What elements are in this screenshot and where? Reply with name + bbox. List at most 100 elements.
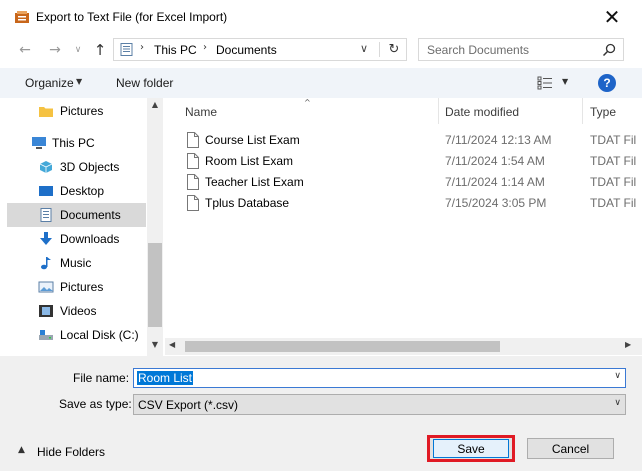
new-folder-button[interactable]: New folder: [116, 76, 173, 90]
save-as-type-select[interactable]: CSV Export (*.csv) ∨: [133, 394, 626, 415]
app-icon: [15, 11, 29, 23]
file-date: 7/15/2024 3:05 PM: [445, 196, 547, 210]
chevron-down-icon[interactable]: ∨: [614, 398, 621, 408]
breadcrumb-separator-icon[interactable]: ›: [203, 42, 207, 53]
column-header-date[interactable]: Date modified: [445, 105, 519, 119]
sidebar-item-label: Documents: [60, 208, 121, 222]
file-name-value[interactable]: Room List: [137, 371, 194, 385]
file-type: TDAT Fil: [590, 154, 637, 168]
up-arrow-icon[interactable]: ↑: [90, 40, 110, 60]
file-name-field[interactable]: Room List ∨: [133, 368, 626, 388]
sidebar-item-documents[interactable]: Documents: [7, 203, 146, 227]
file-date: 7/11/2024 1:14 AM: [445, 175, 545, 189]
scroll-left-icon[interactable]: ◀: [169, 340, 175, 349]
sidebar-item-label: Desktop: [60, 184, 105, 198]
address-bar[interactable]: › This PC › Documents ∨ ↻: [113, 38, 407, 61]
sidebar-item-label: Music: [60, 256, 92, 270]
file-type: TDAT Fil: [590, 133, 637, 147]
sidebar-item-downloads[interactable]: Downloads: [7, 227, 146, 251]
navigation-pane: Pictures This PC 3D Objects Desktop Docu…: [0, 98, 164, 356]
forward-arrow-icon[interactable]: →: [44, 40, 66, 60]
scroll-down-icon[interactable]: ▼: [147, 340, 163, 354]
search-input[interactable]: [427, 42, 597, 57]
toolbar: Organize ▼ New folder ▼ ?: [0, 68, 642, 98]
scroll-up-icon[interactable]: ▲: [147, 100, 163, 114]
sidebar-item-desktop[interactable]: Desktop: [7, 179, 146, 203]
folder-icon: [39, 107, 53, 117]
sidebar-item-3d-objects[interactable]: 3D Objects: [7, 155, 146, 179]
file-list: ^ Name Date modified Type Course List Ex…: [165, 98, 642, 356]
documents-icon: [40, 208, 52, 222]
file-row[interactable]: Course List Exam 7/11/2024 12:13 AM TDAT…: [165, 130, 642, 151]
save-button-label[interactable]: Save: [433, 439, 509, 458]
chevron-down-icon[interactable]: ∨: [614, 371, 621, 381]
pictures-icon: [38, 281, 54, 293]
sidebar-item-local-disk[interactable]: Local Disk (C:): [7, 323, 146, 347]
disk-icon: [39, 330, 53, 340]
address-dropdown-icon[interactable]: ∨: [360, 42, 368, 55]
scroll-right-icon[interactable]: ▶: [625, 340, 631, 349]
file-icon: [187, 153, 199, 169]
column-divider[interactable]: [438, 98, 439, 124]
desktop-icon: [39, 186, 53, 196]
sidebar-item-label: Pictures: [60, 104, 104, 118]
help-icon[interactable]: ?: [598, 74, 616, 92]
file-icon: [187, 174, 199, 190]
sidebar-item-label: Videos: [60, 304, 97, 318]
cancel-button[interactable]: Cancel: [527, 438, 614, 459]
breadcrumb-separator-icon[interactable]: ›: [140, 42, 144, 53]
file-name: Room List Exam: [205, 154, 294, 168]
file-type: TDAT Fil: [590, 175, 637, 189]
sidebar-item-label: Pictures: [60, 280, 104, 294]
sidebar-item-pictures[interactable]: Pictures: [7, 275, 146, 299]
view-options-icon[interactable]: [537, 76, 553, 90]
file-row[interactable]: Teacher List Exam 7/11/2024 1:14 AM TDAT…: [165, 172, 642, 193]
sidebar-item-label: Local Disk (C:): [60, 328, 139, 342]
hide-folders-label[interactable]: Hide Folders: [37, 445, 105, 459]
caret-down-icon[interactable]: ▼: [76, 77, 82, 86]
organize-menu[interactable]: Organize: [25, 76, 74, 90]
window-title: Export to Text File (for Excel Import): [36, 10, 228, 24]
file-date: 7/11/2024 12:13 AM: [445, 133, 552, 147]
sidebar-item-label: Downloads: [60, 232, 120, 246]
file-name: Course List Exam: [205, 133, 300, 147]
file-row[interactable]: Tplus Database 7/15/2024 3:05 PM TDAT Fi…: [165, 193, 642, 214]
scroll-thumb[interactable]: [185, 341, 500, 352]
file-type: TDAT Fil: [590, 196, 637, 210]
column-divider[interactable]: [582, 98, 583, 124]
file-date: 7/11/2024 1:54 AM: [445, 154, 545, 168]
search-box[interactable]: [418, 38, 624, 61]
column-header-name[interactable]: Name: [185, 105, 217, 119]
save-options-panel: File name: Room List ∨ Save as type: CSV…: [0, 356, 642, 471]
file-name: Tplus Database: [205, 196, 290, 210]
refresh-icon[interactable]: ↻: [384, 40, 404, 59]
recent-locations-chevron-icon[interactable]: ∨: [71, 40, 85, 60]
close-icon[interactable]: ✕: [598, 4, 626, 30]
horizontal-scrollbar[interactable]: ◀ ▶: [165, 338, 642, 355]
sidebar-item-this-pc[interactable]: This PC: [0, 131, 146, 155]
sidebar-item-pictures-quick[interactable]: Pictures: [7, 99, 146, 123]
sidebar-item-music[interactable]: Music: [7, 251, 146, 275]
breadcrumb-this-pc[interactable]: This PC: [154, 43, 197, 57]
save-button[interactable]: Save: [427, 435, 515, 462]
title-bar: Export to Text File (for Excel Import) ✕: [0, 0, 642, 34]
music-icon: [41, 257, 51, 270]
back-arrow-icon[interactable]: ←: [14, 40, 36, 60]
file-icon: [187, 195, 199, 211]
file-name-label: File name:: [73, 371, 130, 385]
file-icon: [187, 132, 199, 148]
chevron-up-icon[interactable]: ▲: [18, 445, 25, 455]
videos-icon: [39, 305, 53, 317]
sidebar-item-label: This PC: [52, 136, 95, 150]
sidebar-item-videos[interactable]: Videos: [7, 299, 146, 323]
search-icon[interactable]: [601, 42, 617, 58]
save-as-type-value: CSV Export (*.csv): [138, 398, 239, 412]
column-header-type[interactable]: Type: [590, 105, 616, 119]
file-row[interactable]: Room List Exam 7/11/2024 1:54 AM TDAT Fi…: [165, 151, 642, 172]
sidebar-scrollbar[interactable]: ▲ ▼: [147, 98, 163, 356]
caret-down-icon[interactable]: ▼: [562, 77, 568, 86]
breadcrumb-documents[interactable]: Documents: [216, 43, 277, 57]
address-divider: [379, 42, 380, 57]
scroll-thumb[interactable]: [148, 243, 162, 327]
download-icon: [40, 232, 52, 245]
